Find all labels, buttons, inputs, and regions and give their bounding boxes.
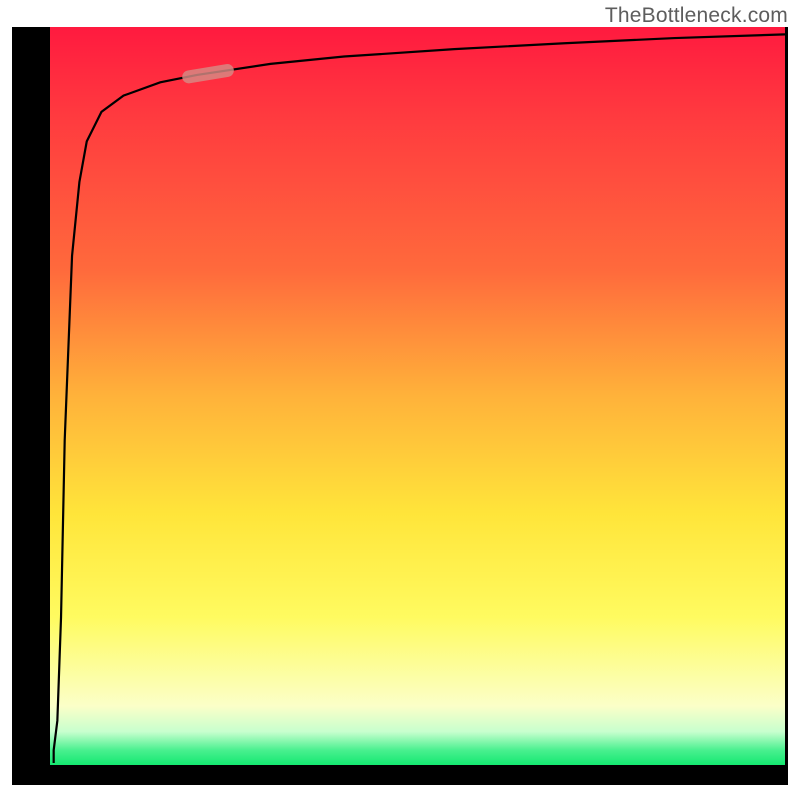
- attribution-label: TheBottleneck.com: [605, 4, 788, 28]
- plot-frame: [12, 27, 788, 785]
- highlight-marker: [181, 63, 235, 84]
- plot-area: [50, 27, 785, 765]
- chart-container: TheBottleneck.com: [0, 0, 800, 800]
- curve-svg: [50, 27, 785, 765]
- curve-line: [54, 34, 785, 763]
